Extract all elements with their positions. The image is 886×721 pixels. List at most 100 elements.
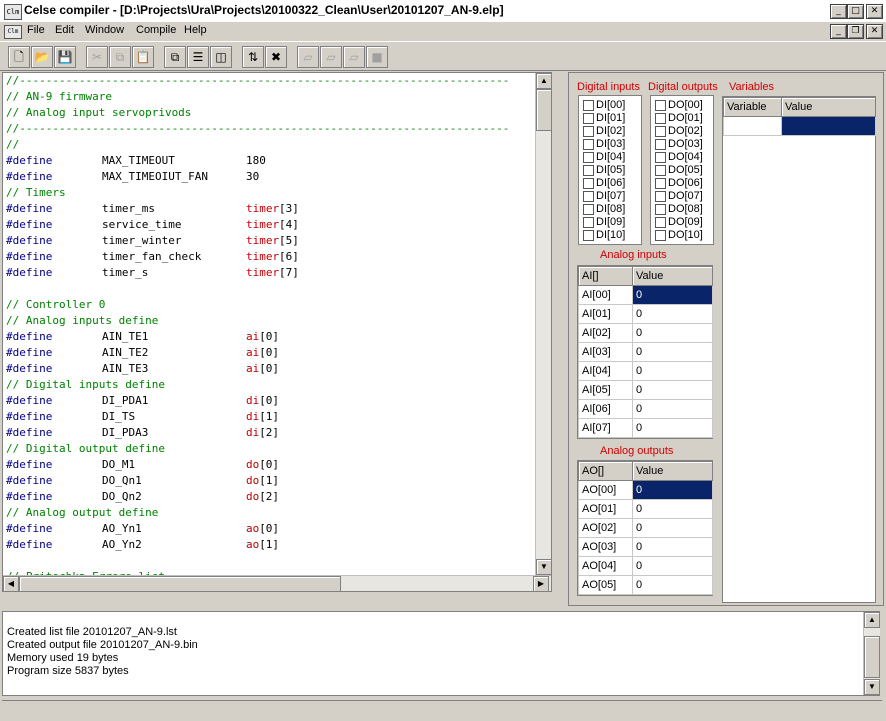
digital-output-checkbox[interactable]: [655, 217, 666, 228]
editor-horizontal-scrollbar[interactable]: ◀ ▶: [3, 575, 551, 591]
tile-vertical-icon[interactable]: ◫: [210, 46, 232, 68]
scroll-left-icon[interactable]: ◀: [3, 576, 19, 591]
analog-input-name-header[interactable]: AI[]: [578, 266, 633, 286]
editor-scroll-thumb[interactable]: [536, 89, 551, 131]
analog-output-row[interactable]: AO[01] 0: [578, 499, 713, 519]
analog-input-value-cell[interactable]: 0: [632, 285, 713, 305]
analog-input-value-cell[interactable]: 0: [632, 323, 713, 343]
analog-output-value-header[interactable]: Value: [632, 461, 713, 481]
menu-help[interactable]: Help: [184, 24, 207, 36]
analog-input-value-cell[interactable]: 0: [632, 304, 713, 324]
analog-input-row[interactable]: AI[01] 0: [578, 304, 713, 324]
analog-output-row[interactable]: AO[05] 0: [578, 575, 713, 595]
digital-input-checkbox[interactable]: [583, 165, 594, 176]
maximize-button[interactable]: □: [847, 4, 864, 19]
code-editor[interactable]: //--------------------------------------…: [2, 72, 552, 592]
stop-icon[interactable]: ■: [366, 46, 388, 68]
tile-horizontal-icon[interactable]: ☰: [187, 46, 209, 68]
value-header[interactable]: Value: [781, 97, 876, 117]
step-3-icon[interactable]: ▱: [343, 46, 365, 68]
analog-output-value-cell[interactable]: 0: [632, 537, 713, 557]
variable-cell[interactable]: [723, 116, 782, 136]
analog-input-value-cell[interactable]: 0: [632, 380, 713, 400]
digital-input-checkbox[interactable]: [583, 139, 594, 150]
compiler-output[interactable]: Created list file 20101207_AN-9.lst Crea…: [2, 611, 880, 696]
analog-input-row[interactable]: AI[03] 0: [578, 342, 713, 362]
minimize-button[interactable]: _: [830, 4, 847, 19]
save-icon[interactable]: 💾: [54, 46, 76, 68]
variables-table[interactable]: Variable Value: [722, 96, 876, 603]
scroll-up-icon[interactable]: ▲: [536, 73, 551, 89]
cut-icon[interactable]: ✂: [86, 46, 108, 68]
output-scroll-thumb[interactable]: [864, 636, 880, 678]
digital-output-checkbox[interactable]: [655, 191, 666, 202]
digital-input-checkbox[interactable]: [583, 113, 594, 124]
step-2-icon[interactable]: ▱: [320, 46, 342, 68]
digital-output-checkbox[interactable]: [655, 165, 666, 176]
digital-input-checkbox[interactable]: [583, 100, 594, 111]
analog-input-value-header[interactable]: Value: [632, 266, 713, 286]
digital-input-checkbox[interactable]: [583, 204, 594, 215]
analog-input-value-cell[interactable]: 0: [632, 399, 713, 419]
analog-input-row[interactable]: AI[00] 0: [578, 285, 713, 305]
analog-output-value-cell[interactable]: 0: [632, 499, 713, 519]
child-close-button[interactable]: ✕: [866, 24, 883, 39]
digital-input-checkbox[interactable]: [583, 152, 594, 163]
editor-hscroll-thumb[interactable]: [19, 576, 341, 591]
tools-icon[interactable]: ✖: [265, 46, 287, 68]
analog-output-name-header[interactable]: AO[]: [578, 461, 633, 481]
analog-output-value-cell[interactable]: 0: [632, 518, 713, 538]
analog-input-row[interactable]: AI[05] 0: [578, 380, 713, 400]
digital-output-checkbox[interactable]: [655, 204, 666, 215]
editor-vertical-scrollbar[interactable]: ▲ ▼: [535, 73, 551, 575]
copy-icon[interactable]: ⧉: [109, 46, 131, 68]
analog-output-value-cell[interactable]: 0: [632, 575, 713, 595]
digital-input-checkbox[interactable]: [583, 191, 594, 202]
new-file-icon[interactable]: 🗋: [8, 46, 30, 68]
digital-input-checkbox[interactable]: [583, 178, 594, 189]
scroll-down-icon[interactable]: ▼: [536, 559, 551, 575]
digital-output-checkbox[interactable]: [655, 152, 666, 163]
analog-inputs-table[interactable]: AI[] Value AI[00] 0 AI[01] 0 AI[02] 0 AI[03] 0 AI[…: [577, 265, 713, 439]
analog-input-value-cell[interactable]: 0: [632, 342, 713, 362]
variable-header[interactable]: Variable: [723, 97, 782, 117]
analog-input-row[interactable]: AI[07] 0: [578, 418, 713, 438]
menu-window[interactable]: Window: [85, 24, 124, 36]
cascade-icon[interactable]: ⧉: [164, 46, 186, 68]
output-vertical-scrollbar[interactable]: ▲ ▼: [863, 612, 880, 695]
digital-input-checkbox[interactable]: [583, 217, 594, 228]
analog-output-value-cell[interactable]: 0: [632, 480, 713, 500]
compile-icon[interactable]: ⇅: [242, 46, 264, 68]
child-window-icon[interactable]: Clm: [4, 25, 22, 39]
menu-file[interactable]: File: [27, 24, 45, 36]
analog-output-row[interactable]: AO[00] 0: [578, 480, 713, 500]
analog-input-value-cell[interactable]: 0: [632, 418, 713, 438]
digital-output-checkbox[interactable]: [655, 126, 666, 137]
analog-input-value-cell[interactable]: 0: [632, 361, 713, 381]
analog-input-row[interactable]: AI[04] 0: [578, 361, 713, 381]
output-scroll-up-icon[interactable]: ▲: [864, 612, 880, 628]
digital-input-checkbox[interactable]: [583, 126, 594, 137]
value-cell[interactable]: [781, 116, 876, 136]
menu-edit[interactable]: Edit: [55, 24, 74, 36]
close-button[interactable]: ✕: [866, 4, 883, 19]
scroll-right-icon[interactable]: ▶: [533, 576, 549, 591]
digital-output-checkbox[interactable]: [655, 230, 666, 241]
app-icon[interactable]: Clm: [4, 4, 22, 20]
analog-output-value-cell[interactable]: 0: [632, 556, 713, 576]
digital-output-checkbox[interactable]: [655, 178, 666, 189]
digital-output-checkbox[interactable]: [655, 139, 666, 150]
analog-input-row[interactable]: AI[06] 0: [578, 399, 713, 419]
analog-output-row[interactable]: AO[03] 0: [578, 537, 713, 557]
open-folder-icon[interactable]: 📂: [31, 46, 53, 68]
analog-input-row[interactable]: AI[02] 0: [578, 323, 713, 343]
digital-input-checkbox[interactable]: [583, 230, 594, 241]
output-scroll-down-icon[interactable]: ▼: [864, 679, 880, 695]
child-minimize-button[interactable]: _: [830, 24, 847, 39]
paste-icon[interactable]: 📋: [132, 46, 154, 68]
menu-compile[interactable]: Compile: [136, 24, 176, 36]
child-restore-button[interactable]: ❐: [847, 24, 864, 39]
step-1-icon[interactable]: ▱: [297, 46, 319, 68]
analog-outputs-table[interactable]: AO[] Value AO[00] 0 AO[01] 0 AO[02] 0 AO[03] 0 AO[…: [577, 460, 713, 596]
digital-output-checkbox[interactable]: [655, 113, 666, 124]
